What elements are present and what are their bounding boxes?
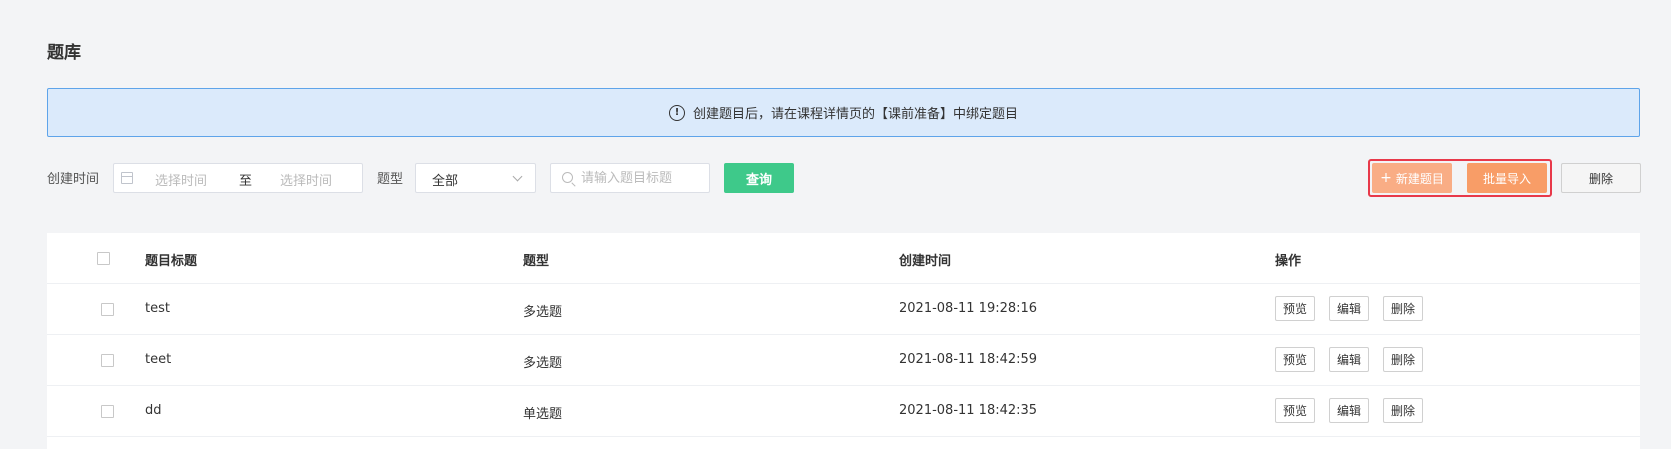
chevron-down-icon [512, 171, 523, 182]
column-header-created: 创建时间 [899, 254, 952, 269]
question-bank-page: 题库 ! 创建题目后，请在课程详情页的【课前准备】中绑定题目 创建时间 选择时间… [0, 0, 1671, 449]
delete-button[interactable]: 删除 [1561, 163, 1641, 193]
calendar-icon [121, 172, 133, 184]
search-input[interactable] [581, 168, 705, 188]
column-header-type: 题型 [523, 254, 550, 269]
table-row: dd 单选题 2021-08-11 18:42:35 预览 编辑 删除 [47, 386, 1640, 437]
type-label: 题型 [377, 172, 404, 187]
batch-import-button[interactable]: 批量导入 [1467, 163, 1547, 193]
preview-button[interactable]: 预览 [1275, 347, 1316, 372]
edit-button[interactable]: 编辑 [1329, 398, 1370, 423]
new-question-label: 新建题目 [1395, 171, 1444, 186]
created-time-label: 创建时间 [47, 172, 100, 187]
row-title: teet [145, 352, 172, 367]
row-created: 2021-08-11 19:28:16 [899, 301, 1038, 316]
search-box[interactable] [550, 163, 710, 193]
end-date-input[interactable]: 选择时间 [280, 170, 332, 189]
row-type: 多选题 [523, 305, 563, 320]
table-header: 题目标题 题型 创建时间 操作 [47, 233, 1640, 284]
info-icon: ! [668, 104, 685, 121]
column-header-actions: 操作 [1275, 254, 1302, 269]
row-checkbox[interactable] [101, 354, 114, 367]
page-title: 题库 [47, 43, 81, 63]
column-header-title: 题目标题 [145, 254, 198, 269]
row-type: 单选题 [523, 407, 563, 422]
edit-button[interactable]: 编辑 [1329, 296, 1370, 321]
start-date-input[interactable]: 选择时间 [155, 170, 207, 189]
row-delete-button[interactable]: 删除 [1383, 296, 1424, 321]
row-created: 2021-08-11 18:42:35 [899, 403, 1038, 418]
edit-button[interactable]: 编辑 [1329, 347, 1370, 372]
question-table: 题目标题 题型 创建时间 操作 test 多选题 2021-08-11 19:2… [47, 233, 1640, 449]
range-separator: 至 [239, 174, 253, 189]
row-created: 2021-08-11 18:42:59 [899, 352, 1038, 367]
notice-text: 创建题目后，请在课程详情页的【课前准备】中绑定题目 [692, 107, 1018, 122]
preview-button[interactable]: 预览 [1275, 398, 1316, 423]
row-type: 多选题 [523, 356, 563, 371]
row-title: dd [145, 403, 162, 418]
plus-icon: + [1380, 170, 1392, 186]
new-question-button[interactable]: + 新建题目 [1372, 163, 1452, 193]
row-checkbox[interactable] [101, 405, 114, 418]
table-row: teet 多选题 2021-08-11 18:42:59 预览 编辑 删除 [47, 335, 1640, 386]
type-select-value: 全部 [432, 174, 459, 189]
row-title: test [145, 301, 170, 316]
preview-button[interactable]: 预览 [1275, 296, 1316, 321]
search-icon [562, 172, 573, 183]
notice-banner: ! 创建题目后，请在课程详情页的【课前准备】中绑定题目 [47, 88, 1640, 137]
table-row: test 多选题 2021-08-11 19:28:16 预览 编辑 删除 [47, 284, 1640, 335]
type-select[interactable]: 全部 [415, 163, 536, 193]
query-button[interactable]: 查询 [724, 163, 794, 193]
row-delete-button[interactable]: 删除 [1383, 347, 1424, 372]
row-delete-button[interactable]: 删除 [1383, 398, 1424, 423]
row-checkbox[interactable] [101, 303, 114, 316]
date-range-picker[interactable]: 选择时间 至 选择时间 [113, 163, 363, 193]
select-all-checkbox[interactable] [97, 252, 110, 265]
